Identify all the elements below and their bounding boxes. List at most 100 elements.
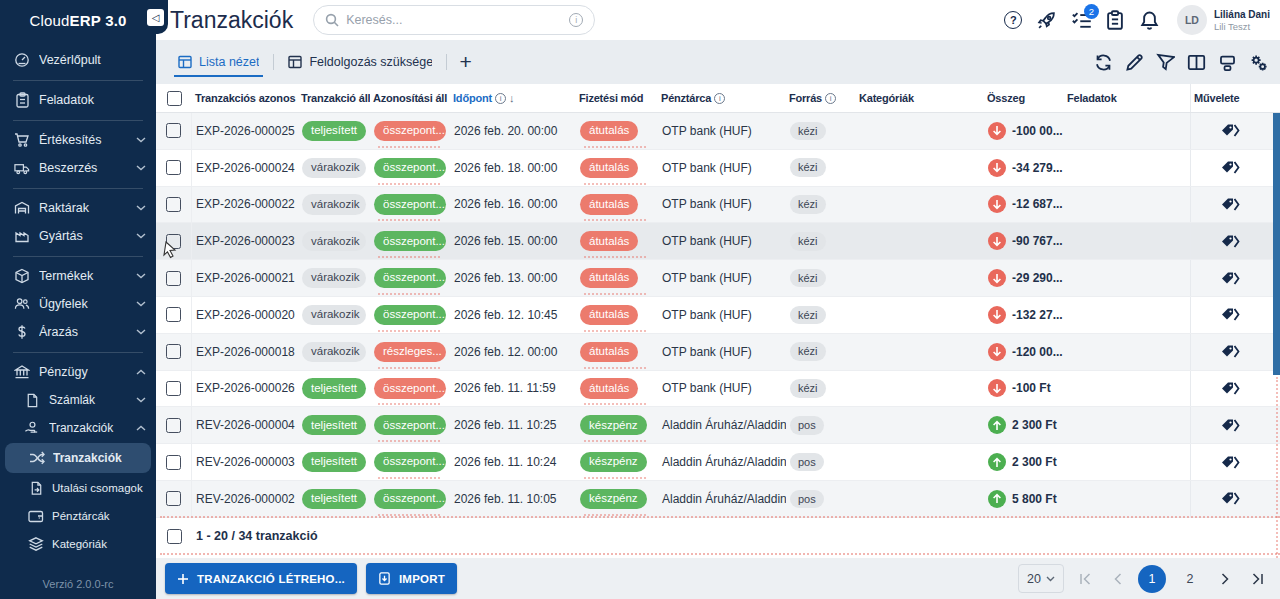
cell-transaction-status: várakozik [298, 150, 370, 186]
row-actions-button[interactable] [1190, 113, 1272, 149]
cell-payment: készpénz [576, 407, 658, 443]
table-row[interactable]: EXP-2026-000021várakozikösszepont...2026… [156, 260, 1280, 297]
tab-list-view[interactable]: Lista nézet [166, 40, 271, 84]
sidebar-item-sz-ml-k[interactable]: Számlák [0, 386, 156, 414]
col-header-payment[interactable]: Fizetési mód [576, 92, 658, 104]
row-actions-button[interactable] [1190, 334, 1272, 370]
cell-ident-status: összepont... [370, 150, 450, 186]
sidebar-item-feladatok[interactable]: Feladatok [0, 86, 156, 114]
rocket-button[interactable] [1037, 10, 1058, 31]
sidebar-item-tranzakci-k[interactable]: Tranzakciók [0, 414, 156, 442]
row-actions-button[interactable] [1190, 481, 1272, 517]
sidebar-item-utal-si-csomagok[interactable]: Utalási csomagok [0, 474, 156, 502]
next-page-button[interactable] [1214, 568, 1236, 590]
table-row[interactable]: EXP-2026-000024várakozikösszepont...2026… [156, 150, 1280, 187]
row-actions-button[interactable] [1190, 150, 1272, 186]
row-checkbox[interactable] [166, 160, 181, 175]
cell-tasks [1064, 150, 1190, 186]
table-row[interactable]: REV-2026-000004teljesítettösszepont...20… [156, 407, 1280, 444]
cell-source: kézi [786, 223, 856, 259]
row-actions-button[interactable] [1190, 187, 1272, 223]
row-checkbox[interactable] [166, 491, 181, 506]
user-menu[interactable]: LD Liliána Dani Lili Teszt [1177, 5, 1270, 35]
edit-button[interactable] [1125, 53, 1144, 72]
table-row[interactable]: EXP-2026-000023várakozikösszepont...2026… [156, 223, 1280, 260]
col-header-date[interactable]: Időponti↓ [450, 92, 576, 104]
sidebar-item-beszerz-s[interactable]: Beszerzés [0, 154, 156, 182]
sidebar-item-tranzakci-k[interactable]: Tranzakciók [5, 443, 151, 473]
sidebar-item-p-nzt-rc-k[interactable]: Pénztárcák [0, 502, 156, 530]
tab-separator [446, 54, 447, 70]
group-button[interactable] [1218, 53, 1237, 72]
sidebar-item-p-nz-gy[interactable]: Pénzügy [0, 358, 156, 386]
col-header-wallet[interactable]: Pénztárcai [658, 92, 786, 104]
sidebar-item-rakt-rak[interactable]: Raktárak [0, 194, 156, 222]
row-checkbox[interactable] [166, 123, 181, 138]
sidebar-item--rt-kes-t-s[interactable]: Értékesítés [0, 126, 156, 154]
sidebar-item-gy-rt-s[interactable]: Gyártás [0, 222, 156, 250]
col-header-tasks[interactable]: Feladatok [1064, 92, 1190, 104]
vertical-scrollbar[interactable] [1273, 113, 1280, 375]
sidebar-item-term-kek[interactable]: Termékek [0, 262, 156, 290]
sidebar-item-vez-rl-pult[interactable]: Vezérlőpult [0, 46, 156, 74]
row-checkbox[interactable] [166, 197, 181, 212]
sidebar-collapse-button[interactable]: ◁ [147, 9, 164, 26]
settings-button[interactable] [1249, 53, 1268, 72]
col-header-categories[interactable]: Kategóriák [856, 92, 984, 104]
sidebar-item--gyfelek[interactable]: Ügyfelek [0, 290, 156, 318]
table-row[interactable]: REV-2026-000002teljesítettösszepont...20… [156, 481, 1280, 518]
table-row[interactable]: EXP-2026-000018várakozikrészleges...2026… [156, 334, 1280, 371]
sidebar-item--raz-s[interactable]: Árazás [0, 318, 156, 346]
clipboard-button[interactable] [1105, 10, 1126, 31]
filter-button[interactable] [1156, 53, 1175, 72]
search-input[interactable]: Keresés... i [313, 5, 595, 35]
columns-button[interactable] [1187, 53, 1206, 72]
tab-processing-needed[interactable]: Feldolgozás szükséges [276, 40, 444, 84]
table-row[interactable]: EXP-2026-000026teljesítettösszepont...20… [156, 371, 1280, 408]
col-header-source[interactable]: Forrási [786, 92, 856, 104]
row-actions-button[interactable] [1190, 223, 1272, 259]
row-actions-button[interactable] [1190, 260, 1272, 296]
row-checkbox[interactable] [166, 455, 181, 470]
sidebar-item-label: Pénztárcák [52, 510, 146, 522]
notifications-button[interactable] [1139, 10, 1160, 31]
tab-bar: Lista nézet Feldolgozás szükséges + [156, 40, 1280, 84]
row-actions-button[interactable] [1190, 407, 1272, 443]
table-row[interactable]: EXP-2026-000022várakozikösszepont...2026… [156, 187, 1280, 224]
last-page-button[interactable] [1246, 568, 1268, 590]
help-button[interactable]: ? [1003, 10, 1024, 31]
row-checkbox[interactable] [166, 418, 181, 433]
refresh-button[interactable] [1094, 53, 1113, 72]
cell-tasks [1064, 481, 1190, 517]
add-view-button[interactable]: + [459, 50, 471, 74]
row-actions-button[interactable] [1190, 371, 1272, 407]
row-checkbox[interactable] [166, 271, 181, 286]
row-actions-button[interactable] [1190, 444, 1272, 480]
first-page-button[interactable] [1074, 568, 1096, 590]
table-toolbar [1094, 53, 1268, 72]
select-all-checkbox[interactable] [167, 91, 182, 106]
page-size-select[interactable]: 20 [1018, 564, 1064, 593]
sidebar-divider [13, 188, 143, 189]
prev-page-button[interactable] [1106, 568, 1128, 590]
create-transaction-button[interactable]: TRANZAKCIÓ LÉTREHO... [165, 563, 357, 594]
col-header-ident-status[interactable]: Azonosítási áll [370, 92, 450, 104]
row-actions-button[interactable] [1190, 297, 1272, 333]
checklist-button[interactable]: 2 [1071, 10, 1092, 31]
table-row[interactable]: EXP-2026-000025teljesítettösszepont...20… [156, 113, 1280, 150]
sidebar-item-kateg-ri-k[interactable]: Kategóriák [0, 530, 156, 558]
table-row[interactable]: EXP-2026-000020várakozikösszepont...2026… [156, 297, 1280, 334]
page-1-button[interactable]: 1 [1138, 565, 1166, 593]
page-2-button[interactable]: 2 [1176, 565, 1204, 593]
table-row[interactable]: REV-2026-000003teljesítettösszepont...20… [156, 444, 1280, 481]
cell-wallet: OTP bank (HUF) [658, 150, 786, 186]
cell-payment: átutalás [576, 297, 658, 333]
row-checkbox[interactable] [166, 344, 181, 359]
col-header-transaction-id[interactable]: Tranzakciós azonos [192, 92, 298, 104]
row-checkbox[interactable] [166, 381, 181, 396]
summary-checkbox[interactable] [167, 529, 182, 544]
col-header-amount[interactable]: Összeg [984, 92, 1064, 104]
row-checkbox[interactable] [166, 307, 181, 322]
col-header-transaction-status[interactable]: Tranzakció álla [298, 92, 370, 104]
import-button[interactable]: IMPORT [366, 563, 457, 594]
